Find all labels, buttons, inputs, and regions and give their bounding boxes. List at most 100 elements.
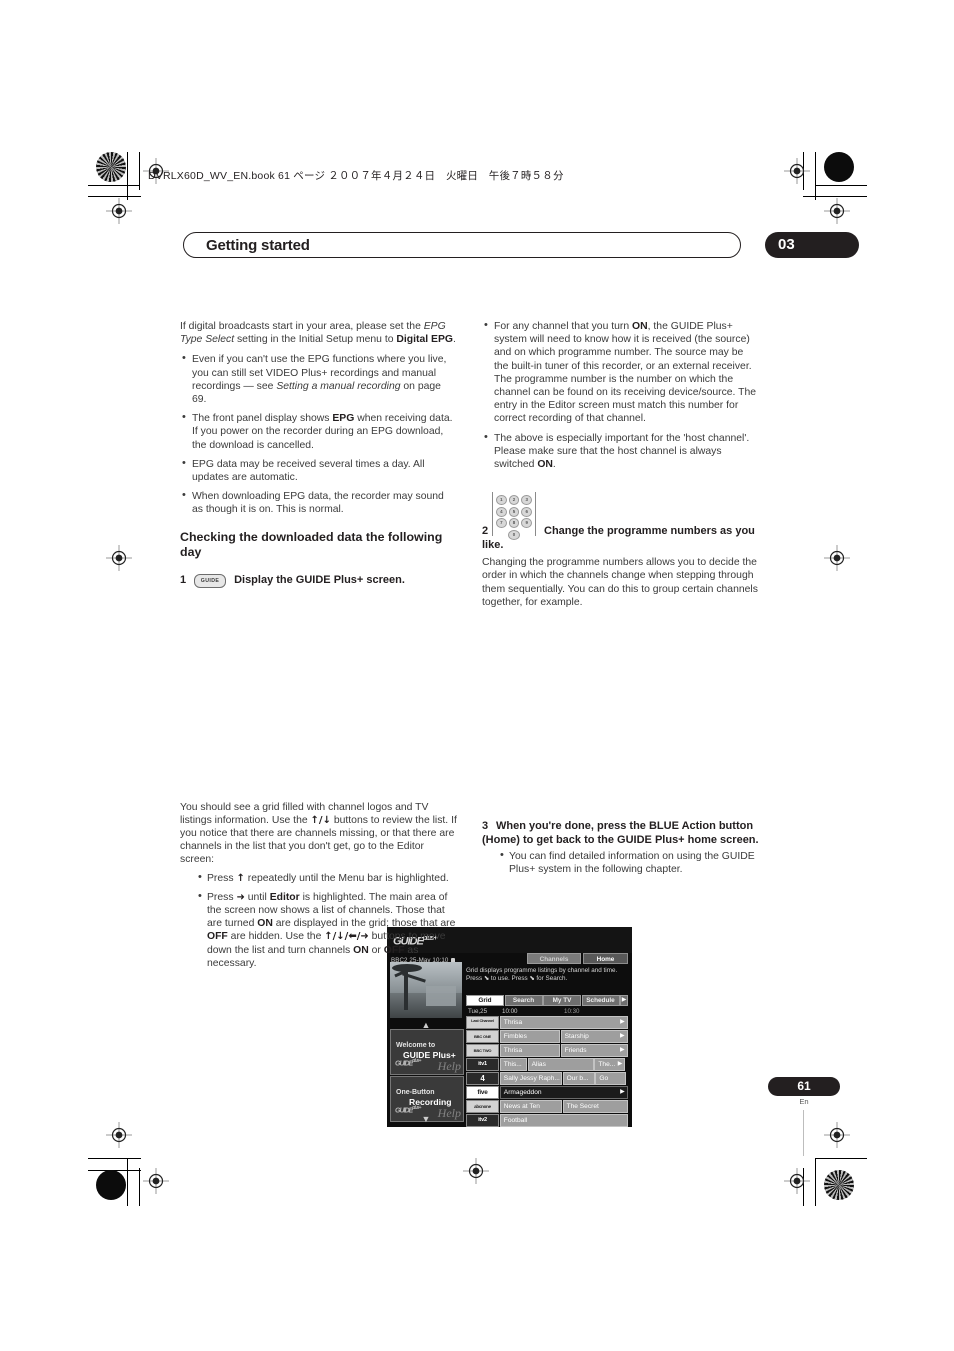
intro-paragraph: If digital broadcasts start in your area… — [180, 320, 457, 346]
scroll-down-icon[interactable]: ▼ — [390, 1113, 462, 1126]
programme-cell[interactable]: Alias — [527, 1057, 594, 1072]
programme-cell[interactable]: Thrisa ▶ — [499, 1016, 628, 1030]
keypad-row: 1 2 3 — [496, 495, 533, 506]
channel-chip[interactable]: itv2 — [466, 1113, 499, 1127]
programme-title: Football — [503, 1116, 528, 1124]
intro-text-3: . — [453, 334, 456, 346]
programme-cell[interactable]: Friends ▶ — [560, 1043, 628, 1058]
programme-cell[interactable]: Go — [595, 1071, 627, 1086]
crop-line-top-right-v2 — [803, 152, 805, 190]
registration-mark-right-upper — [824, 198, 850, 224]
registration-mark-left-middle — [106, 545, 132, 571]
book-source-line: DVRLX60D_WV_EN.book 61 ページ ２００７年４月２４日 火曜… — [148, 170, 564, 182]
programme-more-arrow-icon[interactable]: ▶ — [620, 1017, 625, 1028]
channel-chip[interactable]: itv1 — [466, 1057, 499, 1072]
programme-cell[interactable]: Sally Jessy Raph... — [499, 1071, 562, 1086]
grid-help-text: Grid displays programme listings by chan… — [466, 967, 618, 983]
left-column: If digital broadcasts start in your area… — [180, 320, 632, 1127]
channel-chip[interactable]: BBC ONE — [466, 1029, 499, 1044]
programme-cell[interactable]: Thrisa — [499, 1043, 560, 1058]
programme-cell[interactable]: The... ▶ — [594, 1057, 626, 1072]
programme-more-arrow-icon[interactable]: ▶ — [620, 1031, 625, 1042]
programme-title: This... — [503, 1060, 522, 1068]
crop-line-bottom-right-v2 — [803, 1168, 805, 1206]
programme-cell-selected[interactable]: Armageddon ▶ — [499, 1085, 628, 1100]
channel-chip[interactable]: BBC TWO — [466, 1043, 499, 1058]
programme-cell[interactable]: This... — [499, 1057, 527, 1072]
programme-title: News at Ten — [503, 1102, 540, 1110]
up-down-arrows-icon: ↑/↓ — [310, 814, 331, 826]
list-item: When downloading EPG data, the recorder … — [180, 489, 457, 516]
r-bullet-1-text-2: . — [552, 459, 556, 471]
channels-button[interactable]: Channels — [527, 953, 581, 964]
chapter-number-label: 03 — [778, 236, 795, 253]
registration-mark-right-middle — [824, 545, 850, 571]
crop-line-bottom-right-v — [815, 1158, 817, 1206]
tab-grid[interactable]: Grid — [466, 995, 504, 1006]
list-item: The front panel display shows EPG when r… — [180, 411, 457, 452]
channel-chip[interactable]: Last Channel — [466, 1016, 499, 1030]
registration-mark-left-lower — [106, 1122, 132, 1148]
crop-line-bottom-left-v2 — [139, 1168, 141, 1206]
registration-mark-right-lower — [824, 1122, 850, 1148]
crop-line-bottom-left-h — [88, 1158, 141, 1160]
after-screenshot-paragraph: You should see a grid filled with channe… — [180, 801, 457, 867]
grid-row: BBC ONE Fimbles Starship ▶ — [466, 1029, 628, 1044]
r-bullet-1-text-1: The above is especially important for th… — [494, 432, 750, 471]
keypad-key: 6 — [521, 506, 533, 517]
programme-cell[interactable]: Our b... — [562, 1071, 595, 1086]
list-item: EPG data may be received several times a… — [180, 457, 457, 484]
grid-row: five Armageddon ▶ — [466, 1085, 628, 1100]
tab-next-arrow-icon[interactable]: ▶ — [620, 995, 628, 1006]
step-1-number: 1 — [180, 573, 187, 586]
programme-more-arrow-icon[interactable]: ▶ — [620, 1045, 625, 1056]
grid-row: 4 Sally Jessy Raph... Our b... Go — [466, 1071, 628, 1086]
programme-title: Starship — [564, 1032, 589, 1040]
thumbnail-building — [426, 986, 456, 1006]
right-column: For any channel that you turn ON, the GU… — [482, 319, 759, 882]
density-dot-top-right — [824, 152, 854, 182]
scroll-up-icon[interactable]: ▲ — [390, 1019, 462, 1032]
sub-bullet-0-text-1: Press — [207, 872, 237, 884]
channel-chip[interactable]: five — [466, 1085, 499, 1100]
crop-line-top-left-h — [88, 185, 140, 187]
crop-line-bottom-left-v — [127, 1158, 129, 1206]
channel-chip[interactable]: abcnone — [466, 1099, 499, 1114]
grid-row: Last Channel Thrisa ▶ — [466, 1016, 628, 1030]
crop-line-bottom-right-h — [815, 1158, 867, 1160]
registration-mark-top-right — [784, 158, 810, 184]
sub-bullet-1-text-5: are hidden. Use the — [227, 931, 325, 943]
welcome-card[interactable]: Welcome to GUIDE Plus+ GUIDEplus+ Help — [390, 1029, 464, 1075]
r-bullet-0-bold: ON — [632, 321, 648, 332]
keypad-key: 4 — [496, 506, 507, 517]
step-3-bullet-list: You can find detailed information on usi… — [482, 849, 759, 876]
programme-cell[interactable]: The Secret — [562, 1099, 628, 1114]
list-item: Even if you can't use the EPG functions … — [180, 352, 457, 406]
tab-schedule[interactable]: Schedule — [581, 995, 620, 1006]
home-button[interactable]: Home — [583, 953, 628, 964]
page-language-label: En — [799, 1097, 809, 1106]
programme-more-arrow-icon[interactable]: ▶ — [618, 1059, 623, 1070]
intro-bold: Digital EPG — [396, 334, 453, 346]
programme-cell[interactable]: Starship ▶ — [560, 1029, 628, 1044]
programme-title: The Secret — [566, 1102, 599, 1110]
programme-title: Friends — [564, 1046, 587, 1054]
crop-line-top-right-v — [815, 152, 817, 200]
programme-cell[interactable]: Football — [499, 1113, 628, 1127]
tab-search[interactable]: Search — [504, 995, 543, 1006]
programme-title: The... — [598, 1060, 616, 1068]
home-button-label: Home — [596, 956, 615, 963]
tab-my-tv[interactable]: My TV — [543, 995, 581, 1006]
sub-bullet-1-bold-editor: Editor — [269, 891, 300, 903]
channel-chip[interactable]: 4 — [466, 1071, 499, 1086]
registration-mark-bottom-center — [463, 1158, 489, 1184]
bullet-1-bold: EPG — [332, 413, 355, 425]
welcome-card-watermark: Help — [437, 1058, 461, 1073]
programme-cell[interactable]: News at Ten — [499, 1099, 562, 1114]
registration-mark-left-upper — [106, 198, 132, 224]
crop-line-top-left-v2 — [139, 152, 141, 190]
programme-cell[interactable]: Fimbles — [499, 1029, 560, 1044]
programme-more-arrow-icon[interactable]: ▶ — [620, 1087, 625, 1098]
running-head-bar: Getting started — [183, 232, 741, 258]
page-number-badge: 61 — [768, 1077, 840, 1096]
